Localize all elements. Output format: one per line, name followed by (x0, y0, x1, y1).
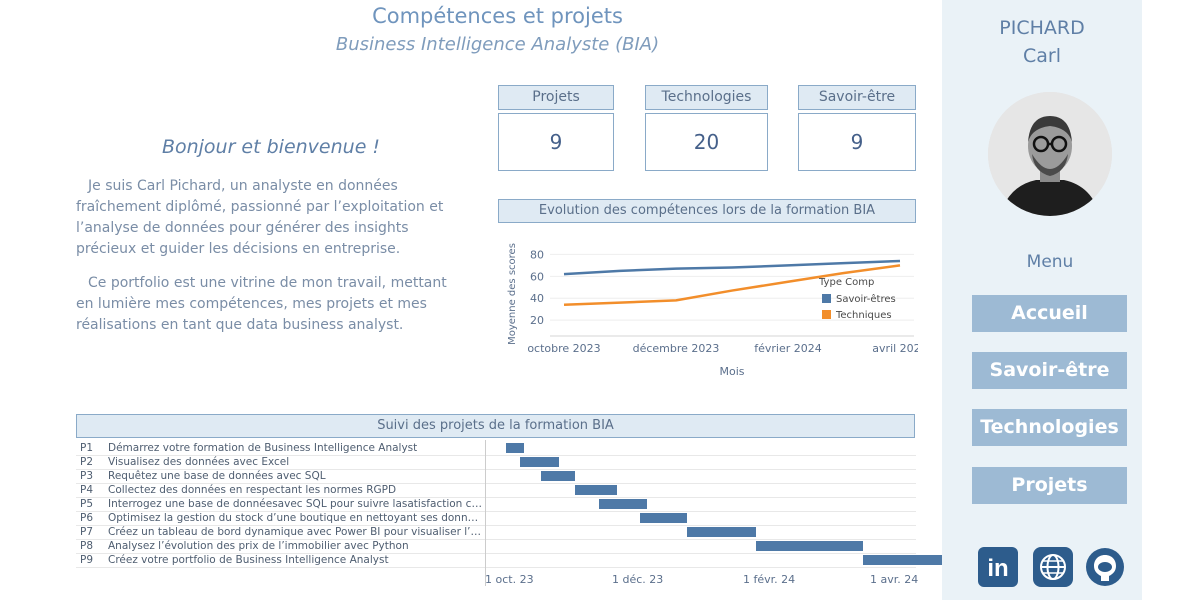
globe-icon[interactable] (1033, 547, 1073, 587)
linkedin-icon[interactable]: in (978, 547, 1018, 587)
legend-swatch (822, 310, 831, 319)
gantt-task-id: P1 (80, 442, 94, 454)
gantt-task-name: Démarrez votre formation de Business Int… (108, 442, 418, 454)
gantt-task-name: Créez un tableau de bord dynamique avec … (108, 526, 482, 538)
gantt-task-name: Requêtez une base de données avec SQL (108, 470, 326, 482)
page-title: Compétences et projets (372, 4, 623, 28)
intro-paragraph-1: Je suis Carl Pichard, un analyste en don… (76, 178, 444, 257)
gantt-task-name: Optimisez la gestion du stock d’une bout… (108, 512, 482, 524)
gantt-bar (598, 499, 648, 509)
legend-title: Type Comp (818, 277, 874, 288)
gantt-axis-tick: 1 oct. 23 (485, 573, 534, 586)
gantt-row: P1 Démarrez votre formation de Business I… (76, 441, 916, 456)
kpi-projets-label: Projets (498, 85, 614, 110)
kpi-savoir-etre-label: Savoir-être (798, 85, 916, 110)
kpi-savoir-etre-value: 9 (798, 113, 916, 171)
kpi-technologies-label: Technologies (645, 85, 768, 110)
x-tick-label: février 2024 (754, 342, 822, 355)
gantt-row: P8 Analysez l’évolution des prix de l’imm… (76, 539, 916, 554)
gantt-row: P4 Collectez des données en respectant le… (76, 483, 916, 498)
gantt-task-id: P7 (80, 526, 94, 538)
gantt-bar (575, 485, 618, 495)
sidebar: PICHARD Carl Menu Accueil Savoir-être Te… (942, 0, 1142, 600)
menu-label: Menu (1026, 252, 1074, 272)
gantt-task-id: P6 (80, 512, 94, 524)
line-chart-title: Evolution des compétences lors de la for… (498, 199, 916, 223)
gantt-bar (686, 527, 757, 537)
linkedin-icon-text: in (987, 555, 1008, 582)
gantt-task-name: Analysez l’évolution des prix de l’immob… (108, 540, 409, 552)
kpi-technologies-value: 20 (645, 113, 768, 171)
gantt-row: P6 Optimisez la gestion du stock d’une bo… (76, 511, 916, 526)
profile-last-name: PICHARD (999, 17, 1085, 39)
y-tick-label: 80 (530, 248, 544, 261)
gantt-task-id: P3 (80, 470, 94, 482)
gantt-bar (640, 513, 687, 523)
legend-label: Savoir-êtres (836, 293, 896, 305)
gantt-title: Suivi des projets de la formation BIA (76, 414, 915, 438)
nav-projets-button[interactable]: Projets (972, 467, 1127, 504)
x-axis-title: Mois (719, 365, 744, 378)
x-tick-label: octobre 2023 (527, 342, 600, 355)
welcome-heading: Bonjour et bienvenue ! (161, 136, 381, 158)
gantt-task-name: Collectez des données en respectant les … (108, 484, 397, 496)
gantt-task-id: P8 (80, 540, 94, 552)
y-tick-label: 40 (530, 292, 544, 305)
y-axis-title: Moyenne des scores (507, 243, 518, 345)
gantt-task-name: Interrogez une base de donnéesavec SQL p… (108, 498, 482, 510)
gantt-bar (505, 443, 525, 453)
gantt-row: P2 Visualisez des données avec Excel (76, 455, 916, 470)
avatar (988, 92, 1112, 216)
intro-paragraph-2: Ce portfolio est une vitrine de mon trav… (76, 275, 447, 333)
gantt-row: P5 Interrogez une base de donnéesavec SQL… (76, 497, 916, 512)
gantt-task-name: Créez votre portfolio de Business Intell… (108, 554, 389, 566)
gantt-divider (485, 440, 486, 586)
nav-accueil-button[interactable]: Accueil (972, 295, 1127, 332)
legend-label: Techniques (835, 310, 892, 321)
gantt-task-name: Visualisez des données avec Excel (108, 456, 290, 468)
gantt-row: P7 Créez un tableau de bord dynamique ave… (76, 525, 916, 540)
nav-technologies-button[interactable]: Technologies (972, 409, 1127, 446)
gantt-axis-tick: 1 déc. 23 (612, 573, 664, 586)
page-subtitle: Business Intelligence Analyste (BIA) (335, 34, 660, 55)
x-tick-label: avril 2024 (872, 342, 918, 355)
y-tick-label: 20 (530, 314, 544, 327)
kpi-projets-value: 9 (498, 113, 614, 171)
x-tick-label: décembre 2023 (633, 342, 720, 355)
gantt-axis-tick: 1 févr. 24 (743, 573, 796, 586)
gantt-axis-tick: 1 avr. 24 (870, 573, 919, 586)
gantt-bar (540, 471, 576, 481)
gantt-row: P3 Requêtez une base de données avec SQL (76, 469, 916, 484)
y-tick-label: 60 (530, 270, 544, 283)
legend-swatch (822, 294, 831, 303)
gantt-row: P9 Créez votre portfolio de Business Inte… (76, 553, 972, 568)
profile-first-name: Carl (1023, 45, 1061, 67)
gantt-bar (756, 541, 863, 551)
competences-line-chart: 20 40 60 80 octobre 2023 décembre 2023 février… (507, 243, 918, 378)
gantt-task-id: P9 (80, 554, 94, 566)
gantt-task-id: P5 (80, 498, 94, 510)
gantt-task-id: P2 (80, 456, 94, 468)
gantt-bar (519, 457, 560, 467)
nav-savoir-etre-button[interactable]: Savoir-être (972, 352, 1127, 389)
github-icon[interactable] (1085, 547, 1125, 587)
gantt-task-id: P4 (80, 484, 94, 496)
